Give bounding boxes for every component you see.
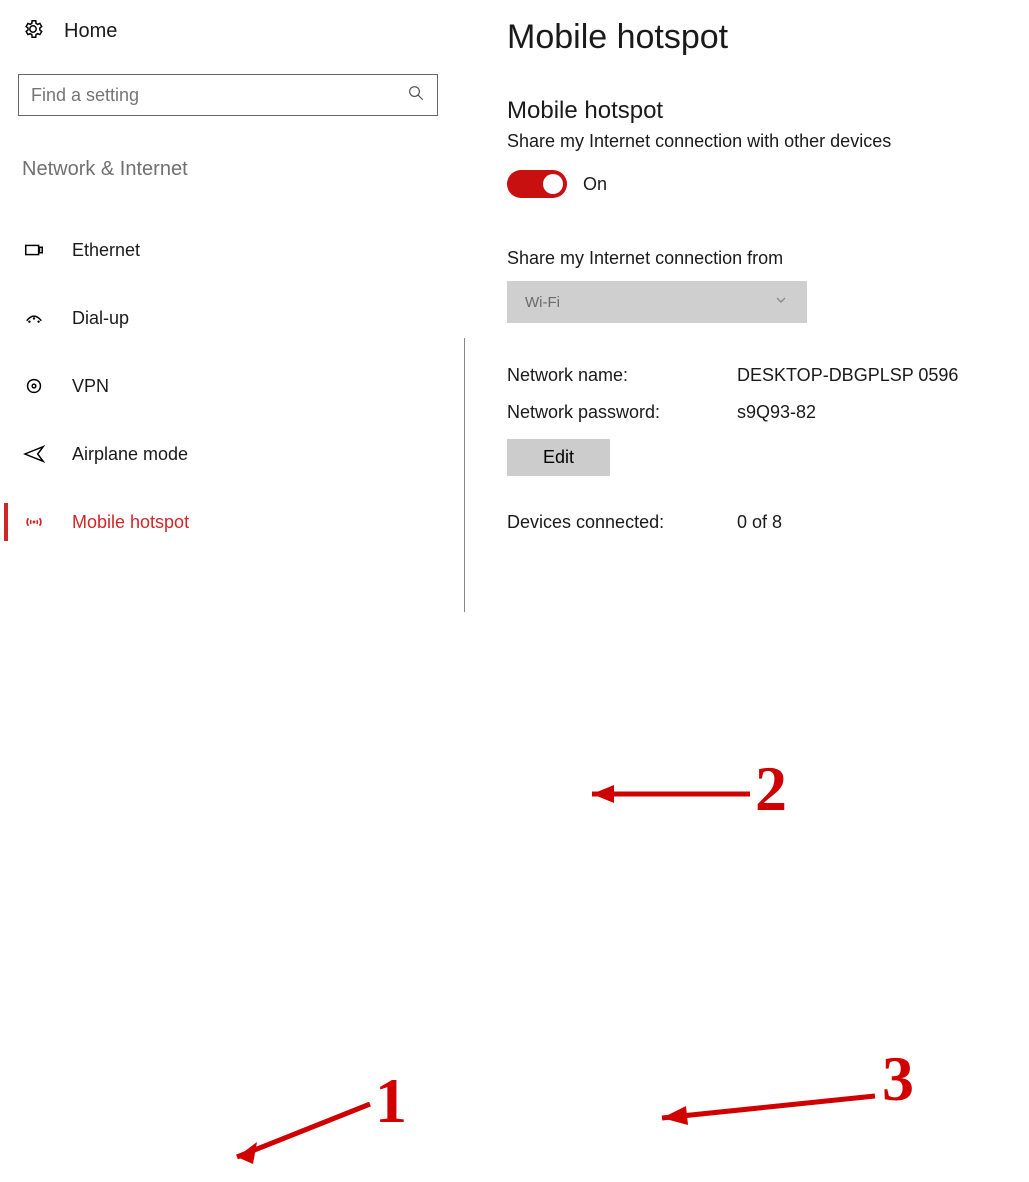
- search-box[interactable]: [18, 74, 438, 116]
- sidebar-item-airplane-mode[interactable]: Airplane mode: [18, 427, 445, 481]
- sidebar-item-vpn[interactable]: VPN: [18, 359, 445, 413]
- airplane-icon: [22, 443, 46, 465]
- network-password-value: s9Q93-82: [737, 402, 816, 423]
- share-from-value: Wi-Fi: [525, 294, 560, 311]
- dialup-icon: [22, 307, 46, 329]
- hotspot-icon: [22, 511, 46, 533]
- devices-connected-value: 0 of 8: [737, 512, 782, 533]
- sidebar-item-label: Airplane mode: [72, 444, 188, 465]
- sidebar-item-ethernet[interactable]: Ethernet: [18, 223, 445, 277]
- ethernet-icon: [22, 239, 46, 261]
- annotation-arrow-1: [215, 1102, 395, 1182]
- vpn-icon: [22, 375, 46, 397]
- annotation-arrow-2: [570, 782, 770, 812]
- sidebar-item-label: Dial-up: [72, 308, 129, 329]
- sidebar-item-label: Ethernet: [72, 240, 140, 261]
- network-password-label: Network password:: [507, 402, 737, 423]
- edit-button[interactable]: Edit: [507, 439, 610, 476]
- annotation-arrow-3: [640, 1092, 890, 1132]
- gear-icon: [22, 18, 44, 44]
- toggle-knob: [543, 174, 563, 194]
- section-title: Mobile hotspot: [507, 97, 1029, 125]
- page-title: Mobile hotspot: [507, 18, 1029, 57]
- share-from-select[interactable]: Wi-Fi: [507, 281, 807, 323]
- search-input[interactable]: [31, 85, 407, 106]
- network-name-value: DESKTOP-DBGPLSP 0596: [737, 365, 958, 386]
- share-from-label: Share my Internet connection from: [507, 248, 1029, 269]
- annotation-number-3: 3: [882, 1042, 914, 1116]
- toggle-state-label: On: [583, 174, 607, 195]
- sidebar-item-label: Mobile hotspot: [72, 512, 189, 533]
- annotation-number-2: 2: [755, 752, 787, 826]
- sidebar-section-title: Network & Internet: [18, 158, 445, 181]
- share-description: Share my Internet connection with other …: [507, 131, 1029, 152]
- vertical-divider: [464, 338, 465, 612]
- chevron-down-icon: [773, 292, 789, 312]
- devices-connected-label: Devices connected:: [507, 512, 737, 533]
- search-icon: [407, 84, 425, 106]
- annotation-number-1: 1: [375, 1064, 407, 1138]
- hotspot-toggle[interactable]: [507, 170, 567, 198]
- sidebar-item-mobile-hotspot[interactable]: Mobile hotspot: [18, 495, 445, 549]
- network-name-label: Network name:: [507, 365, 737, 386]
- sidebar-item-label: VPN: [72, 376, 109, 397]
- home-label: Home: [64, 20, 117, 43]
- sidebar-item-dial-up[interactable]: Dial-up: [18, 291, 445, 345]
- home-link[interactable]: Home: [18, 18, 445, 44]
